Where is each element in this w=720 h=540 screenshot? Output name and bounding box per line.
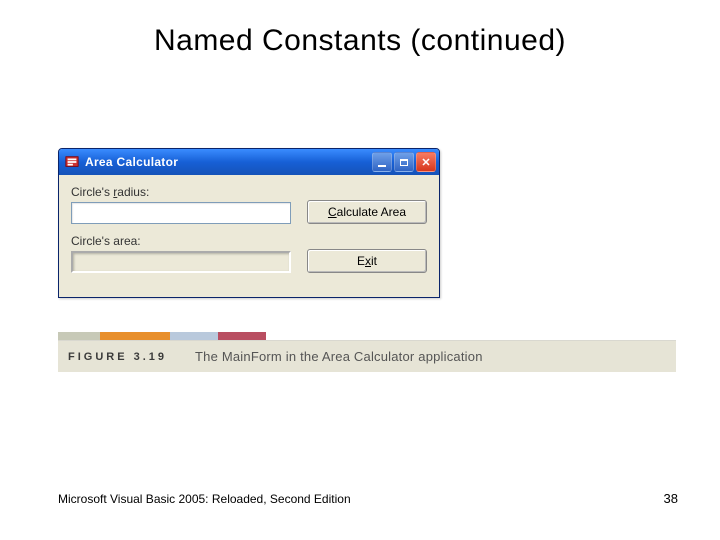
figure-caption: The MainForm in the Area Calculator appl… (195, 349, 483, 364)
figure-area: Area Calculator ✕ Circle's radius: Calcu… (58, 148, 676, 372)
client-area: Circle's radius: Calculate Area Circle's… (59, 175, 439, 297)
figure-caption-bar: FIGURE 3.19 The MainForm in the Area Cal… (58, 340, 676, 372)
app-window: Area Calculator ✕ Circle's radius: Calcu… (58, 148, 440, 298)
footer-citation: Microsoft Visual Basic 2005: Reloaded, S… (58, 492, 351, 506)
radius-input[interactable] (71, 202, 291, 224)
slide-title: Named Constants (continued) (0, 24, 720, 58)
titlebar: Area Calculator ✕ (59, 149, 439, 175)
exit-button[interactable]: Exit (307, 249, 427, 273)
minimize-button[interactable] (372, 152, 392, 172)
window-title: Area Calculator (85, 155, 372, 169)
area-output (71, 251, 291, 273)
radius-label: Circle's radius: (71, 185, 295, 199)
app-icon (65, 155, 79, 169)
area-label: Circle's area: (71, 234, 295, 248)
window-controls: ✕ (372, 152, 436, 172)
maximize-button[interactable] (394, 152, 414, 172)
decorative-stripes (58, 332, 676, 340)
calculate-button[interactable]: Calculate Area (307, 200, 427, 224)
page-number: 38 (664, 491, 678, 506)
close-button[interactable]: ✕ (416, 152, 436, 172)
figure-number: FIGURE 3.19 (68, 351, 167, 363)
